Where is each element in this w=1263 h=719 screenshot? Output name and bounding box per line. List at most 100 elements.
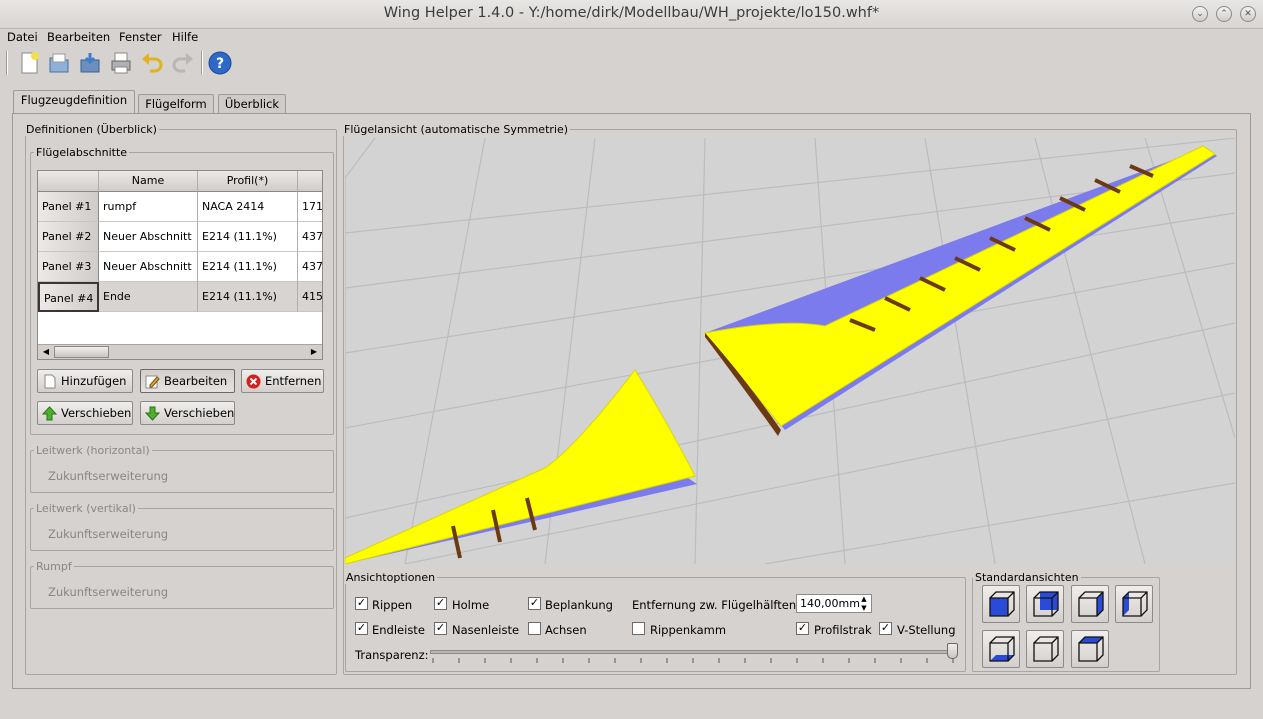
view-top-button[interactable] — [982, 630, 1020, 668]
standard-views-title: Standardansichten — [973, 571, 1081, 584]
distance-label: Entfernung zw. Flügelhälften: — [632, 598, 801, 612]
minimize-icon[interactable]: ⌄ — [1192, 6, 1208, 22]
table-cell-extra[interactable]: 171, — [298, 192, 322, 222]
tab-fluegelform[interactable]: Flügelform — [138, 94, 214, 114]
distance-value[interactable]: 140,00mm — [800, 597, 860, 610]
label-nasenleiste: Nasenleiste — [452, 623, 520, 637]
checkbox-profilstrak[interactable]: ✓ — [796, 622, 809, 635]
print-icon[interactable] — [108, 50, 134, 76]
column-header-extra[interactable] — [298, 171, 322, 192]
sections-table[interactable]: Name Profil(*) Panel #1 rumpf NACA 2414 … — [37, 170, 323, 360]
close-icon[interactable]: ✕ — [1240, 6, 1256, 22]
cube-back-icon — [1122, 591, 1148, 617]
remove-button[interactable]: Entfernen — [241, 369, 324, 393]
row-header[interactable]: Panel #3 — [38, 252, 99, 282]
move-up-label: Verschieben — [61, 406, 132, 420]
help-icon[interactable]: ? — [207, 50, 233, 76]
wing-sections-title: Flügelabschnitte — [34, 146, 130, 159]
slider-ticks — [432, 658, 954, 663]
remove-icon — [246, 374, 261, 389]
view-right-button[interactable] — [1071, 585, 1109, 623]
label-holme: Holme — [452, 598, 490, 612]
svg-text:?: ? — [216, 56, 224, 72]
slider-handle[interactable] — [947, 643, 958, 659]
checkbox-beplankung[interactable]: ✓ — [528, 597, 541, 610]
toolbar: ? — [0, 46, 1263, 80]
wing-view-title: Flügelansicht (automatische Symmetrie) — [342, 123, 571, 136]
table-cell-profile[interactable]: E214 (11.1%) — [198, 222, 298, 252]
tail-vertical-text: Zukunftserweiterung — [48, 527, 169, 541]
wing-3d-viewport[interactable] — [345, 138, 1235, 564]
label-rippen: Rippen — [372, 598, 413, 612]
transparency-slider[interactable] — [430, 643, 958, 669]
horizontal-scrollbar[interactable]: ◀ ▶ — [38, 344, 322, 359]
view-front-button[interactable] — [982, 585, 1020, 623]
tab-flugzeugdefinition[interactable]: Flugzeugdefinition — [13, 90, 135, 114]
table-cell-name[interactable]: Neuer Abschnitt — [99, 222, 198, 252]
menu-bearbeiten[interactable]: Bearbeiten — [47, 30, 110, 44]
tail-horizontal-text: Zukunftserweiterung — [48, 469, 169, 483]
checkbox-rippenkamm[interactable] — [632, 622, 645, 635]
column-header-name[interactable]: Name — [99, 171, 198, 192]
save-icon[interactable] — [77, 50, 103, 76]
checkbox-nasenleiste[interactable]: ✓ — [434, 622, 447, 635]
cube-front-icon — [989, 591, 1015, 617]
window-title: Wing Helper 1.4.0 - Y:/home/dirk/Modellb… — [383, 5, 880, 21]
toolbar-separator — [201, 51, 203, 75]
table-cell-extra[interactable]: 415 — [298, 282, 322, 312]
definitions-title: Definitionen (Überblick) — [24, 123, 159, 136]
table-cell-name[interactable]: Ende — [99, 282, 198, 312]
scroll-right-icon[interactable]: ▶ — [307, 346, 321, 358]
menu-hilfe[interactable]: Hilfe — [172, 30, 198, 44]
checkbox-holme[interactable]: ✓ — [434, 597, 447, 610]
table-cell-profile[interactable]: E214 (11.1%) — [198, 282, 298, 312]
add-button[interactable]: Hinzufügen — [37, 369, 133, 393]
edit-button[interactable]: Bearbeiten — [140, 369, 235, 393]
remove-button-label: Entfernen — [265, 374, 322, 388]
new-page-icon — [42, 374, 57, 389]
distance-spinbox[interactable]: 140,00mm ▲ ▼ — [796, 594, 872, 613]
label-beplankung: Beplankung — [545, 598, 613, 612]
cube-top-icon — [989, 636, 1015, 662]
column-header-profile[interactable]: Profil(*) — [198, 171, 298, 192]
table-cell-name[interactable]: rumpf — [99, 192, 198, 222]
view-iso-button[interactable] — [1071, 630, 1109, 668]
row-header[interactable]: Panel #2 — [38, 222, 99, 252]
checkbox-v-stellung[interactable]: ✓ — [879, 622, 892, 635]
view-back-button[interactable] — [1115, 585, 1153, 623]
checkbox-rippen[interactable]: ✓ — [355, 597, 368, 610]
view-options-title: Ansichtoptionen — [344, 571, 438, 584]
arrow-up-icon — [41, 405, 58, 421]
add-button-label: Hinzufügen — [61, 374, 127, 388]
row-header[interactable]: Panel #1 — [38, 192, 99, 222]
title-bar: Wing Helper 1.4.0 - Y:/home/dirk/Modellb… — [0, 0, 1263, 29]
tail-vertical-title: Leitwerk (vertikal) — [34, 502, 138, 515]
undo-icon[interactable] — [139, 50, 165, 76]
maximize-icon[interactable]: ⌃ — [1216, 6, 1232, 22]
checkbox-endleiste[interactable]: ✓ — [355, 622, 368, 635]
view-bottom-button[interactable] — [1026, 630, 1064, 668]
table-cell-profile[interactable]: E214 (11.1%) — [198, 252, 298, 282]
new-file-icon[interactable] — [16, 50, 42, 76]
label-endleiste: Endleiste — [372, 623, 425, 637]
row-header-selected[interactable]: Panel #4 — [38, 282, 99, 312]
table-cell-extra[interactable]: 437, — [298, 222, 322, 252]
redo-icon[interactable] — [170, 50, 196, 76]
view-left-button[interactable] — [1026, 585, 1064, 623]
scrollbar-thumb[interactable] — [54, 346, 109, 358]
spin-down-icon[interactable]: ▼ — [857, 604, 871, 612]
label-v-stellung: V-Stellung — [897, 623, 956, 637]
table-cell-profile[interactable]: NACA 2414 — [198, 192, 298, 222]
move-down-button[interactable]: Verschieben — [140, 401, 235, 425]
arrow-down-icon — [144, 406, 161, 421]
menu-fenster[interactable]: Fenster — [119, 30, 162, 44]
scroll-left-icon[interactable]: ◀ — [39, 346, 53, 358]
spin-up-icon[interactable]: ▲ — [857, 595, 871, 603]
table-cell-name[interactable]: Neuer Abschnitt — [99, 252, 198, 282]
table-cell-extra[interactable]: 437, — [298, 252, 322, 282]
tab-ueberblick[interactable]: Überblick — [218, 94, 286, 114]
move-up-button[interactable]: Verschieben — [37, 401, 133, 425]
menu-datei[interactable]: Datei — [7, 30, 38, 44]
open-icon[interactable] — [46, 50, 72, 76]
checkbox-achsen[interactable] — [528, 622, 541, 635]
